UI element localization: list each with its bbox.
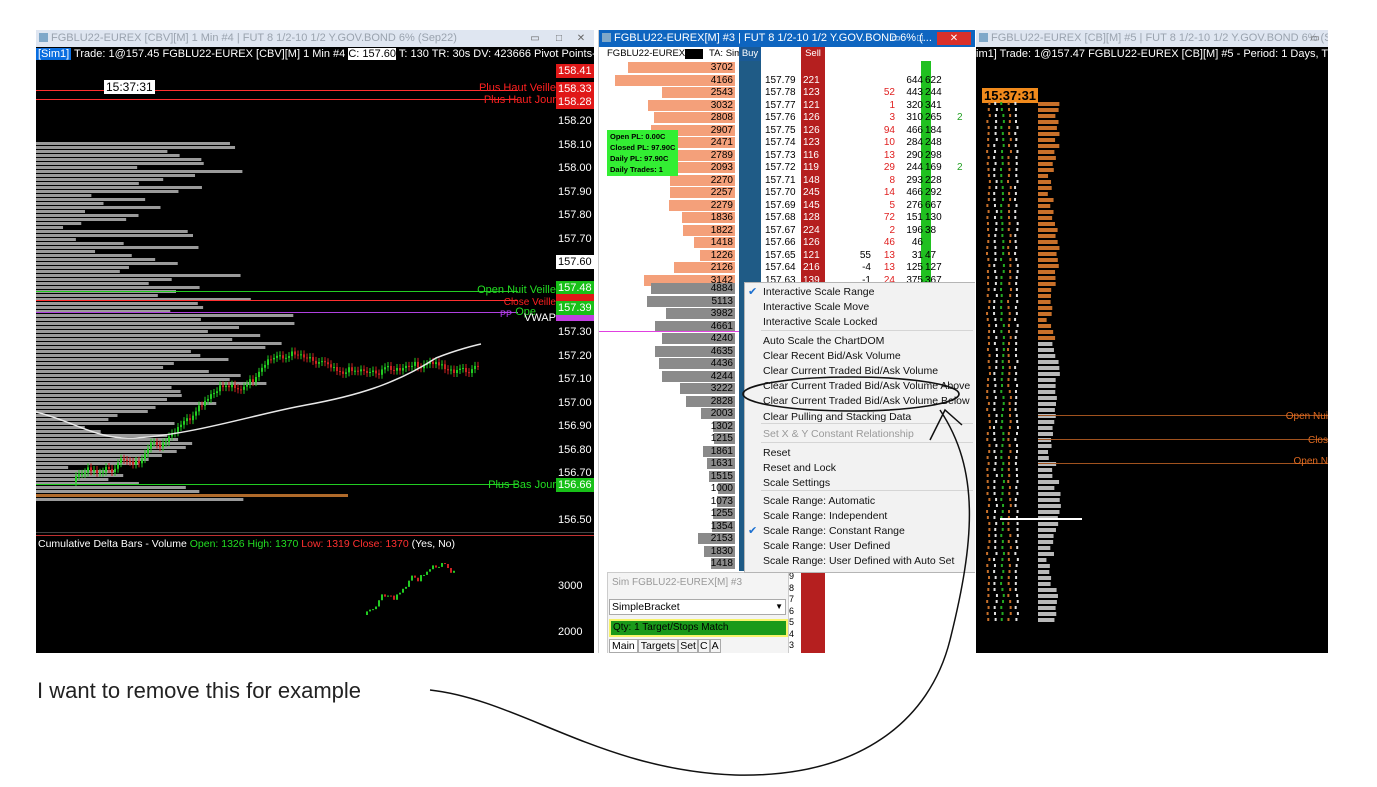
highlight-ellipse <box>742 376 960 412</box>
annotation-arrow <box>429 408 971 776</box>
annotation-drawing <box>429 376 971 776</box>
